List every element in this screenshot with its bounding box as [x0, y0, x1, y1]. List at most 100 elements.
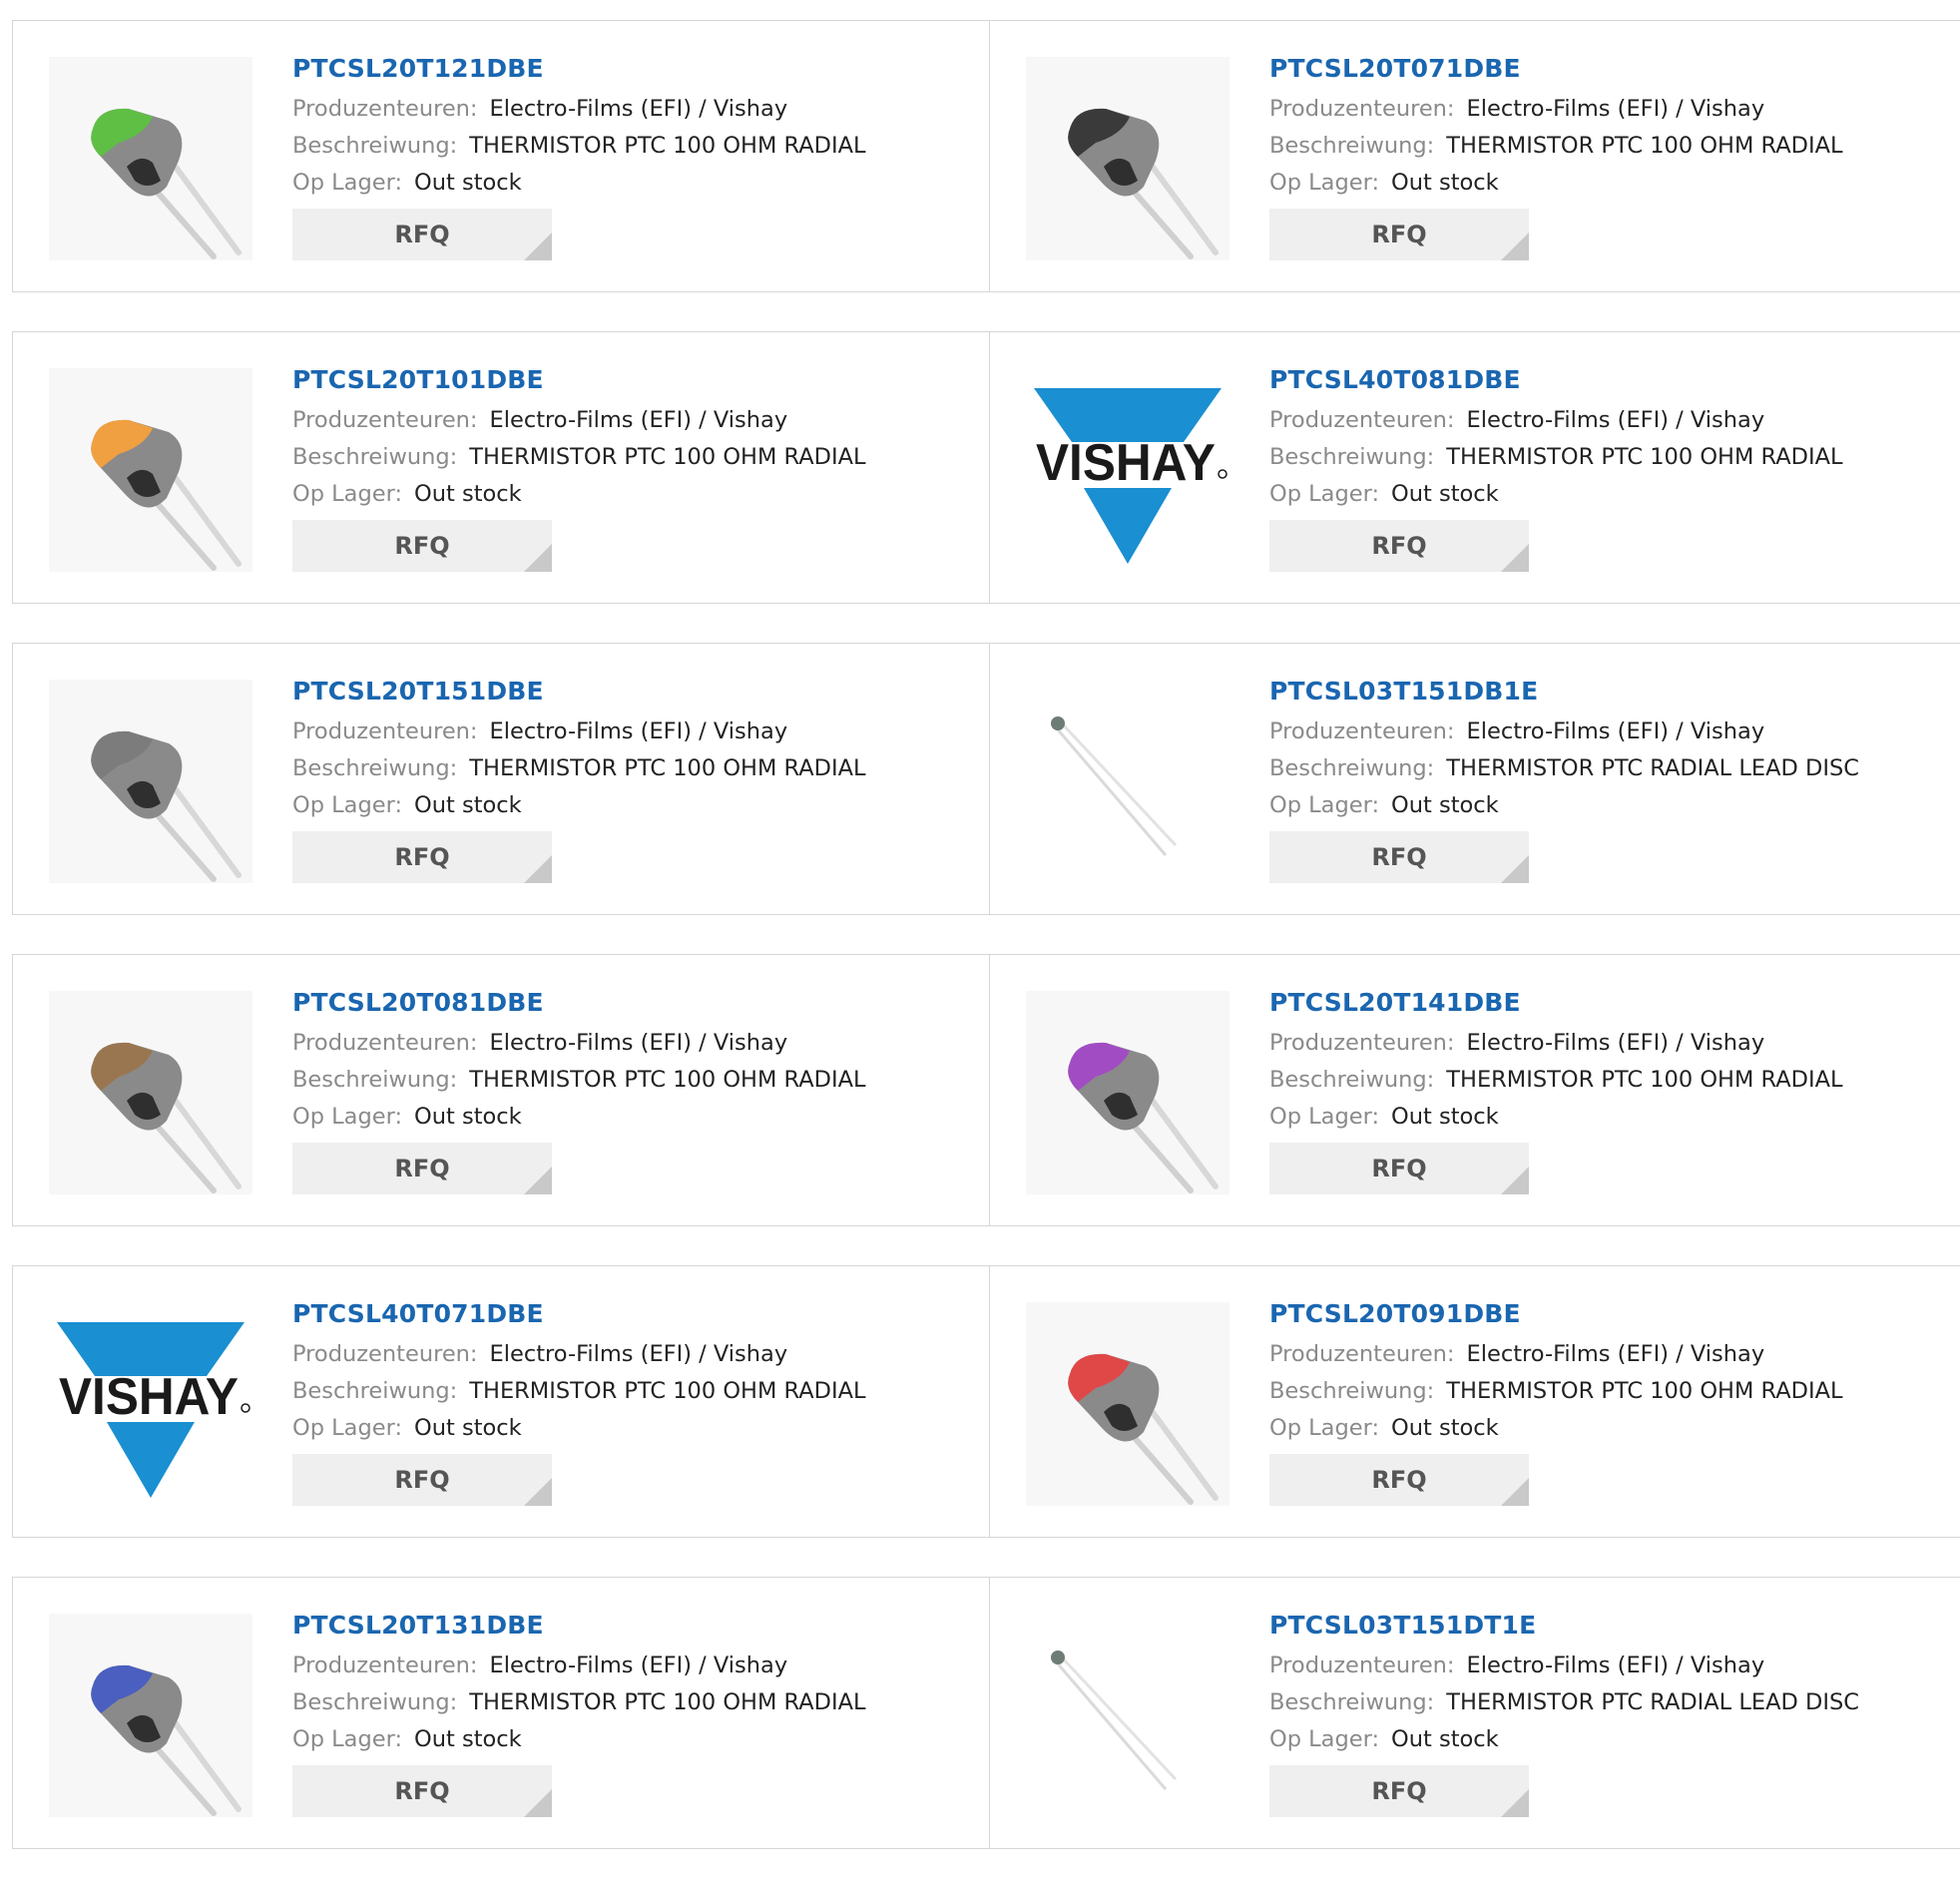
rfq-button[interactable]: RFQ — [1269, 1454, 1529, 1506]
description-value: THERMISTOR PTC 100 OHM RADIAL — [1446, 133, 1843, 159]
thermistor-brown-icon[interactable] — [49, 991, 252, 1194]
stock-value: Out stock — [1391, 481, 1499, 507]
product-card: PTCSL20T141DBE Produzenteuren: Electro-Fil… — [990, 955, 1960, 1225]
thermistor-blue-icon[interactable] — [49, 1614, 252, 1817]
rfq-button[interactable]: RFQ — [292, 1143, 552, 1194]
description-value: THERMISTOR PTC 100 OHM RADIAL — [469, 1378, 866, 1404]
rfq-button[interactable]: RFQ — [292, 209, 552, 260]
rfq-button[interactable]: RFQ — [292, 1765, 552, 1817]
stock-label: Op Lager: — [292, 170, 403, 196]
description-line: Beschreiwung: THERMISTOR PTC 100 OHM RADI… — [292, 1062, 866, 1099]
rfq-button[interactable]: RFQ — [292, 1454, 552, 1506]
thermistor-gray-icon[interactable] — [49, 680, 252, 883]
description-label: Beschreiwung: — [292, 1689, 458, 1715]
rfq-button[interactable]: RFQ — [1269, 520, 1529, 572]
manufacturer-label: Produzenteuren: — [1269, 96, 1455, 122]
thermistor-disc-icon[interactable] — [1026, 680, 1229, 883]
manufacturer-label: Produzenteuren: — [292, 718, 478, 744]
stock-value: Out stock — [414, 1726, 522, 1752]
stock-value: Out stock — [414, 1415, 522, 1441]
stock-value: Out stock — [1391, 1415, 1499, 1441]
rfq-button[interactable]: RFQ — [292, 831, 552, 883]
description-line: Beschreiwung: THERMISTOR PTC RADIAL LEAD … — [1269, 750, 1859, 787]
manufacturer-line: Produzenteuren: Electro-Films (EFI) / Vis… — [1269, 91, 1843, 128]
stock-label: Op Lager: — [1269, 1726, 1380, 1752]
product-info: PTCSL20T151DBE Produzenteuren: Electro-Fil… — [292, 674, 866, 883]
description-label: Beschreiwung: — [1269, 1378, 1435, 1404]
thermistor-orange-icon[interactable] — [49, 368, 252, 572]
description-value: THERMISTOR PTC RADIAL LEAD DISC — [1446, 1689, 1859, 1715]
product-row: PTCSL20T081DBE Produzenteuren: Electro-Fil… — [12, 954, 1960, 1226]
stock-value: Out stock — [414, 792, 522, 818]
manufacturer-value: Electro-Films (EFI) / Vishay — [489, 96, 788, 122]
part-number-link[interactable]: PTCSL03T151DT1E — [1269, 1608, 1859, 1648]
description-label: Beschreiwung: — [292, 133, 458, 159]
stock-line: Op Lager: Out stock — [1269, 787, 1859, 824]
stock-label: Op Lager: — [292, 1726, 403, 1752]
description-label: Beschreiwung: — [292, 755, 458, 781]
part-number-link[interactable]: PTCSL20T121DBE — [292, 51, 866, 91]
description-label: Beschreiwung: — [1269, 133, 1435, 159]
product-row: VISHAY PTCSL40T071DBE Produzenteuren: Elect… — [12, 1265, 1960, 1538]
description-line: Beschreiwung: THERMISTOR PTC 100 OHM RADI… — [292, 1684, 866, 1721]
manufacturer-value: Electro-Films (EFI) / Vishay — [1466, 1652, 1765, 1678]
manufacturer-value: Electro-Films (EFI) / Vishay — [489, 1341, 788, 1367]
manufacturer-label: Produzenteuren: — [1269, 407, 1455, 433]
description-label: Beschreiwung: — [1269, 755, 1435, 781]
manufacturer-value: Electro-Films (EFI) / Vishay — [1466, 718, 1765, 744]
part-number-link[interactable]: PTCSL20T071DBE — [1269, 51, 1843, 91]
stock-line: Op Lager: Out stock — [1269, 1099, 1843, 1136]
manufacturer-value: Electro-Films (EFI) / Vishay — [489, 1030, 788, 1056]
description-label: Beschreiwung: — [1269, 1067, 1435, 1093]
vishay-logo[interactable]: VISHAY — [1026, 368, 1229, 572]
rfq-button[interactable]: RFQ — [1269, 209, 1529, 260]
stock-line: Op Lager: Out stock — [292, 476, 866, 513]
manufacturer-line: Produzenteuren: Electro-Films (EFI) / Vis… — [292, 402, 866, 439]
vishay-logo[interactable]: VISHAY — [49, 1302, 252, 1506]
part-number-link[interactable]: PTCSL20T151DBE — [292, 674, 866, 713]
rfq-button[interactable]: RFQ — [1269, 1143, 1529, 1194]
thermistor-disc-icon[interactable] — [1026, 1614, 1229, 1817]
description-line: Beschreiwung: THERMISTOR PTC 100 OHM RADI… — [292, 750, 866, 787]
product-card: PTCSL20T081DBE Produzenteuren: Electro-Fil… — [13, 955, 990, 1225]
thermistor-green-icon[interactable] — [49, 57, 252, 260]
rfq-button[interactable]: RFQ — [292, 520, 552, 572]
thermistor-purple-icon[interactable] — [1026, 991, 1229, 1194]
manufacturer-line: Produzenteuren: Electro-Films (EFI) / Vis… — [1269, 402, 1843, 439]
description-label: Beschreiwung: — [1269, 1689, 1435, 1715]
part-number-link[interactable]: PTCSL20T091DBE — [1269, 1296, 1843, 1336]
product-card: PTCSL20T091DBE Produzenteuren: Electro-Fil… — [990, 1266, 1960, 1537]
product-row: PTCSL20T151DBE Produzenteuren: Electro-Fil… — [12, 643, 1960, 915]
manufacturer-line: Produzenteuren: Electro-Films (EFI) / Vis… — [292, 1648, 866, 1684]
product-card: PTCSL20T131DBE Produzenteuren: Electro-Fil… — [13, 1578, 990, 1848]
product-info: PTCSL20T121DBE Produzenteuren: Electro-Fil… — [292, 51, 866, 260]
manufacturer-line: Produzenteuren: Electro-Films (EFI) / Vis… — [292, 1336, 866, 1373]
manufacturer-label: Produzenteuren: — [292, 1652, 478, 1678]
product-info: PTCSL40T071DBE Produzenteuren: Electro-Fil… — [292, 1296, 866, 1506]
part-number-link[interactable]: PTCSL40T071DBE — [292, 1296, 866, 1336]
stock-label: Op Lager: — [1269, 481, 1380, 507]
product-row: PTCSL20T121DBE Produzenteuren: Electro-Fil… — [12, 20, 1960, 292]
manufacturer-label: Produzenteuren: — [292, 1341, 478, 1367]
part-number-link[interactable]: PTCSL40T081DBE — [1269, 362, 1843, 402]
part-number-link[interactable]: PTCSL03T151DB1E — [1269, 674, 1859, 713]
product-card: VISHAY PTCSL40T081DBE Produzenteuren: Elect… — [990, 332, 1960, 603]
description-label: Beschreiwung: — [292, 1378, 458, 1404]
manufacturer-value: Electro-Films (EFI) / Vishay — [489, 1652, 788, 1678]
rfq-button[interactable]: RFQ — [1269, 1765, 1529, 1817]
part-number-link[interactable]: PTCSL20T081DBE — [292, 985, 866, 1025]
part-number-link[interactable]: PTCSL20T131DBE — [292, 1608, 866, 1648]
manufacturer-value: Electro-Films (EFI) / Vishay — [489, 407, 788, 433]
thermistor-black-icon[interactable] — [1026, 57, 1229, 260]
thermistor-red-icon[interactable] — [1026, 1302, 1229, 1506]
description-line: Beschreiwung: THERMISTOR PTC 100 OHM RADI… — [1269, 1062, 1843, 1099]
stock-line: Op Lager: Out stock — [1269, 1410, 1843, 1447]
product-info: PTCSL20T141DBE Produzenteuren: Electro-Fil… — [1269, 985, 1843, 1194]
part-number-link[interactable]: PTCSL20T101DBE — [292, 362, 866, 402]
part-number-link[interactable]: PTCSL20T141DBE — [1269, 985, 1843, 1025]
rfq-button[interactable]: RFQ — [1269, 831, 1529, 883]
product-card: PTCSL20T121DBE Produzenteuren: Electro-Fil… — [13, 21, 990, 291]
stock-line: Op Lager: Out stock — [1269, 476, 1843, 513]
product-info: PTCSL20T071DBE Produzenteuren: Electro-Fil… — [1269, 51, 1843, 260]
product-row: PTCSL20T131DBE Produzenteuren: Electro-Fil… — [12, 1577, 1960, 1849]
